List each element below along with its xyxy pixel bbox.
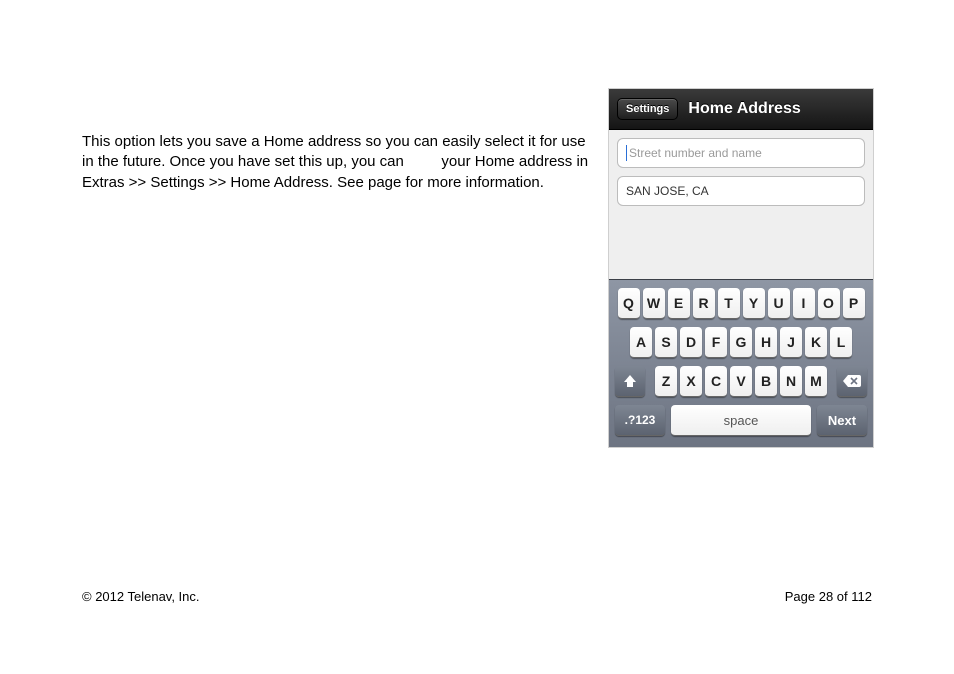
key-e[interactable]: E bbox=[668, 288, 690, 319]
key-d[interactable]: D bbox=[680, 327, 702, 358]
body-text-3: for more information. bbox=[406, 174, 544, 191]
city-value: SAN JOSE, CA bbox=[626, 184, 709, 198]
backspace-icon bbox=[843, 375, 861, 387]
city-input[interactable]: SAN JOSE, CA bbox=[617, 176, 865, 206]
footer-page: Page 28 of 112 bbox=[785, 589, 872, 604]
key-m[interactable]: M bbox=[805, 366, 827, 397]
nav-title: Home Address bbox=[688, 100, 800, 118]
shift-icon bbox=[623, 374, 637, 388]
key-row-1: Q W E R T Y U I O P bbox=[613, 288, 869, 319]
key-w[interactable]: W bbox=[643, 288, 665, 319]
key-row-3: Z X C V B N M bbox=[613, 366, 869, 397]
footer-copyright: © 2012 Telenav, Inc. bbox=[82, 589, 200, 604]
key-b[interactable]: B bbox=[755, 366, 777, 397]
key-v[interactable]: V bbox=[730, 366, 752, 397]
key-row-2: A S D F G H J K L bbox=[613, 327, 869, 358]
form-area: Street number and name SAN JOSE, CA bbox=[609, 130, 873, 294]
keyboard: Q W E R T Y U I O P A S D F G H J K L bbox=[609, 279, 873, 447]
backspace-key[interactable] bbox=[837, 366, 867, 397]
key-n[interactable]: N bbox=[780, 366, 802, 397]
key-l[interactable]: L bbox=[830, 327, 852, 358]
mode-key[interactable]: .?123 bbox=[615, 405, 665, 436]
key-t[interactable]: T bbox=[718, 288, 740, 319]
key-g[interactable]: G bbox=[730, 327, 752, 358]
space-key[interactable]: space bbox=[671, 405, 811, 436]
street-placeholder: Street number and name bbox=[629, 146, 762, 160]
phone-screenshot: Settings Home Address Street number and … bbox=[608, 88, 874, 448]
nav-bar: Settings Home Address bbox=[609, 89, 873, 130]
key-f[interactable]: F bbox=[705, 327, 727, 358]
key-c[interactable]: C bbox=[705, 366, 727, 397]
key-a[interactable]: A bbox=[630, 327, 652, 358]
body-paragraph: This option lets you save a Home address… bbox=[82, 132, 590, 193]
street-input[interactable]: Street number and name bbox=[617, 138, 865, 168]
key-y[interactable]: Y bbox=[743, 288, 765, 319]
key-row-4: .?123 space Next bbox=[613, 405, 869, 436]
key-i[interactable]: I bbox=[793, 288, 815, 319]
key-q[interactable]: Q bbox=[618, 288, 640, 319]
key-r[interactable]: R bbox=[693, 288, 715, 319]
key-u[interactable]: U bbox=[768, 288, 790, 319]
body-gap bbox=[408, 153, 437, 170]
key-j[interactable]: J bbox=[780, 327, 802, 358]
next-key[interactable]: Next bbox=[817, 405, 867, 436]
key-p[interactable]: P bbox=[843, 288, 865, 319]
back-button[interactable]: Settings bbox=[617, 98, 678, 120]
key-z[interactable]: Z bbox=[655, 366, 677, 397]
key-k[interactable]: K bbox=[805, 327, 827, 358]
key-x[interactable]: X bbox=[680, 366, 702, 397]
key-o[interactable]: O bbox=[818, 288, 840, 319]
shift-key[interactable] bbox=[615, 366, 645, 397]
key-s[interactable]: S bbox=[655, 327, 677, 358]
key-h[interactable]: H bbox=[755, 327, 777, 358]
text-cursor bbox=[626, 145, 627, 161]
document-page: This option lets you save a Home address… bbox=[0, 0, 954, 674]
